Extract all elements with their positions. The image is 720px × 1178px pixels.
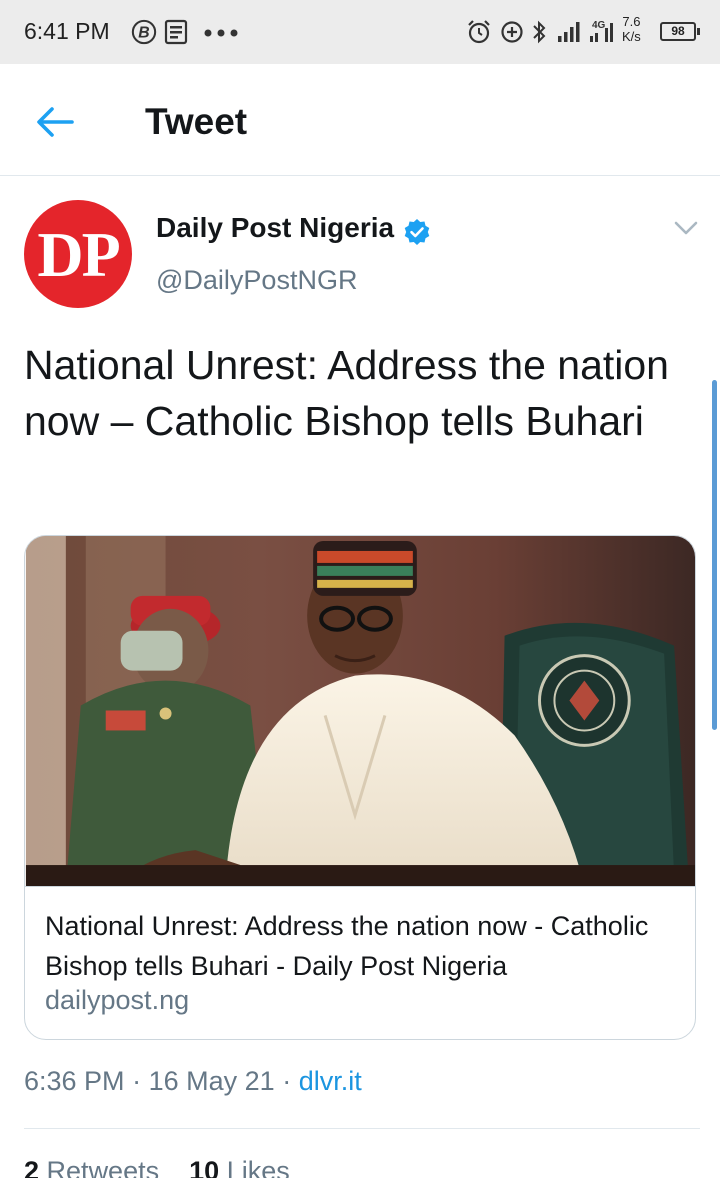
link-card[interactable]: National Unrest: Address the nation now … xyxy=(24,535,696,1040)
tweet-date: 16 May 21 xyxy=(148,1066,275,1096)
signal-icon xyxy=(558,22,580,42)
battery-icon: 98 xyxy=(660,22,700,41)
arrow-left-icon[interactable] xyxy=(34,102,78,142)
avatar[interactable]: DP xyxy=(24,200,132,308)
likes-label[interactable]: Likes xyxy=(227,1156,290,1178)
meta-separator-2: · xyxy=(282,1066,292,1096)
tweet-source-link[interactable]: dlvr.it xyxy=(299,1066,362,1096)
retweets-count[interactable]: 2 xyxy=(24,1156,39,1178)
author-name[interactable]: Daily Post Nigeria xyxy=(156,212,394,244)
tweet-meta: 6:36 PM · 16 May 21 · dlvr.it xyxy=(24,1066,362,1097)
tweet-stats: 2 Retweets 10 Likes xyxy=(24,1156,290,1178)
likes-count[interactable]: 10 xyxy=(189,1156,219,1178)
alarm-icon xyxy=(468,20,490,44)
meta-separator: · xyxy=(132,1066,142,1096)
card-image[interactable] xyxy=(25,536,696,887)
signal-4g-icon: 4G xyxy=(590,20,613,42)
author-handle[interactable]: @DailyPostNGR xyxy=(156,265,357,296)
more-dots-icon xyxy=(204,29,238,37)
tweet-text: National Unrest: Address the nation now … xyxy=(24,342,669,444)
status-bar: 6:41 PM B 4G 7.6 K/s 98 xyxy=(0,0,720,64)
verified-badge-icon xyxy=(404,219,430,245)
data-saver-icon xyxy=(501,21,523,43)
divider xyxy=(24,1128,700,1129)
chevron-down-icon[interactable] xyxy=(672,218,700,238)
tweet-time: 6:36 PM xyxy=(24,1066,125,1096)
card-domain: dailypost.ng xyxy=(45,985,190,1015)
scrollbar[interactable] xyxy=(712,380,717,730)
page-title: Tweet xyxy=(145,101,248,142)
avatar-logo-text: DP xyxy=(37,219,120,290)
svg-text:B: B xyxy=(138,25,149,42)
bluetooth-icon xyxy=(533,20,546,44)
svg-text:4G: 4G xyxy=(592,20,606,31)
network-speed: 7.6 K/s xyxy=(622,14,641,44)
b-circle-icon: B xyxy=(131,19,157,45)
card-title: National Unrest: Address the nation now … xyxy=(45,911,649,981)
status-time: 6:41 PM xyxy=(24,18,110,44)
news-icon xyxy=(164,19,188,45)
retweets-label[interactable]: Retweets xyxy=(47,1156,160,1178)
top-app-bar: Tweet xyxy=(0,64,720,176)
